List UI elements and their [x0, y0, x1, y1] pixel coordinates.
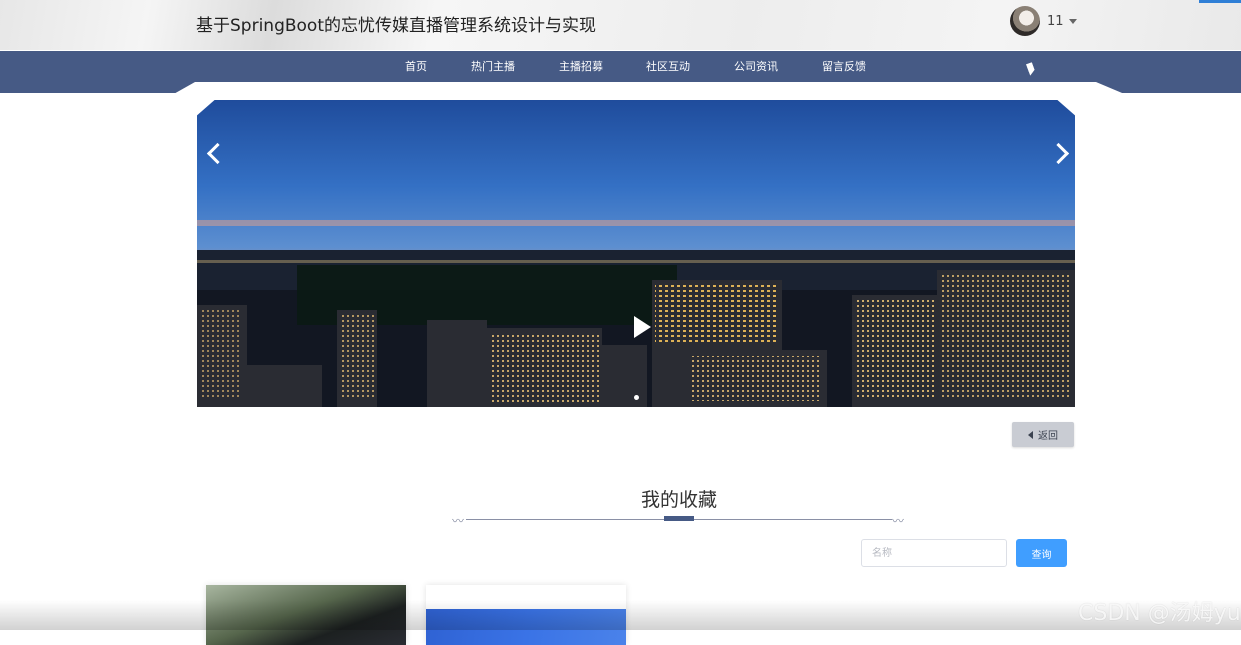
caret-left-icon [1028, 430, 1033, 439]
nav-item-hot-anchors[interactable]: 热门主播 [471, 51, 515, 82]
nav-item-feedback[interactable]: 留言反馈 [822, 51, 866, 82]
nav-item-anchor-recruit[interactable]: 主播招募 [559, 51, 603, 82]
username[interactable]: 11 [1047, 14, 1064, 29]
site-title: 基于SpringBoot的忘忧传媒直播管理系统设计与实现 [196, 16, 596, 36]
nav-decoration-right [1096, 82, 1241, 93]
caret-down-icon[interactable] [1068, 18, 1077, 24]
back-button-label: 返回 [1038, 431, 1058, 442]
flourish-right-icon: 〰 [892, 514, 905, 528]
card-image [206, 585, 406, 645]
section-title: 我的收藏 [640, 489, 717, 511]
flourish-left-icon: 〰 [452, 514, 465, 528]
search-button[interactable]: 查询 [1016, 539, 1067, 567]
favorite-card[interactable] [426, 585, 626, 645]
favorite-card[interactable] [206, 585, 406, 645]
main-nav: 首页 热门主播 主播招募 社区互动 公司资讯 留言反馈 [0, 51, 1241, 82]
nav-item-community[interactable]: 社区互动 [646, 51, 690, 82]
top-accent-bar [1199, 0, 1241, 3]
carousel-indicator-dot[interactable] [634, 395, 639, 400]
play-icon[interactable] [634, 316, 651, 338]
nav-item-company-news[interactable]: 公司资讯 [734, 51, 778, 82]
search-input[interactable] [861, 539, 1007, 567]
title-divider-accent [664, 516, 694, 521]
back-button[interactable]: 返回 [1012, 422, 1074, 447]
card-image [426, 609, 626, 645]
banner-carousel[interactable] [197, 100, 1075, 407]
nav-decoration-left [0, 82, 195, 93]
banner-image [197, 220, 1075, 407]
avatar[interactable] [1010, 6, 1040, 36]
user-menu[interactable]: 11 [1010, 6, 1077, 36]
nav-item-home[interactable]: 首页 [405, 51, 427, 82]
watermark: CSDN @汤姆yu [1078, 601, 1241, 626]
